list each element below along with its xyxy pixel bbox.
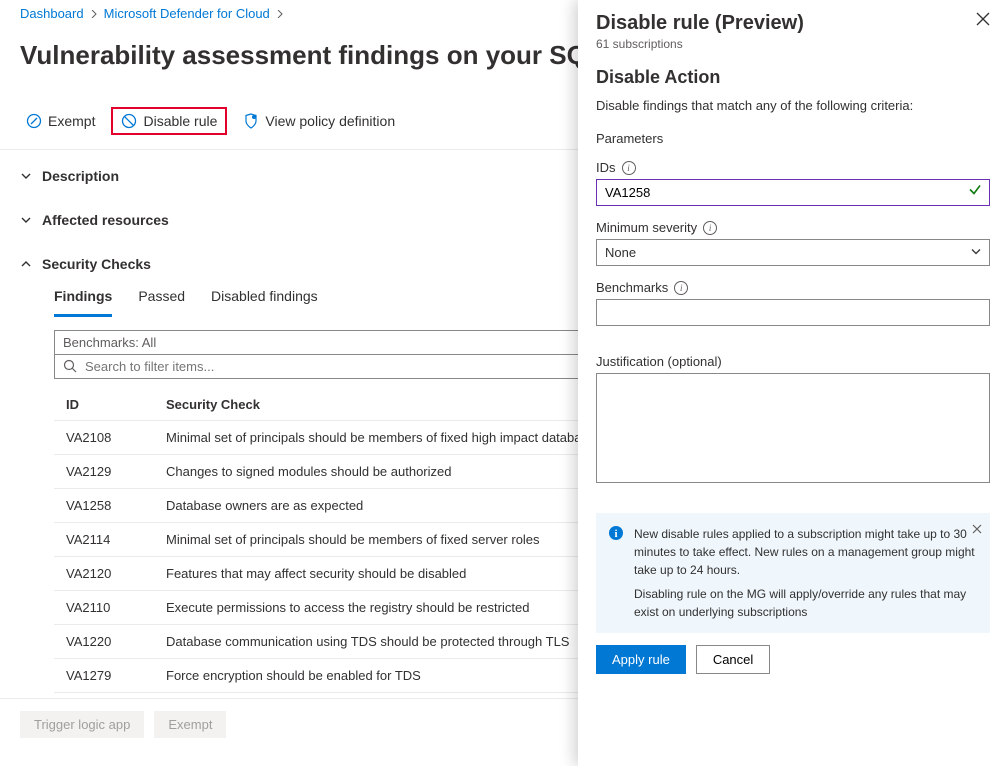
cancel-button[interactable]: Cancel [696,645,770,674]
chevron-down-icon [20,170,32,182]
chevron-right-icon [90,10,98,18]
apply-rule-button[interactable]: Apply rule [596,645,686,674]
justification-label: Justification (optional) [596,354,990,369]
section-security-checks-label: Security Checks [42,256,151,272]
severity-select[interactable]: None [596,239,990,266]
info-icon: i [622,161,636,175]
parameters-label: Parameters [596,131,990,146]
panel-title: Disable rule (Preview) [596,12,804,35]
tab-findings[interactable]: Findings [54,284,112,317]
policy-icon [243,113,259,129]
disable-rule-label: Disable rule [143,113,217,129]
exempt-footer-button[interactable]: Exempt [154,711,226,738]
chevron-right-icon [276,10,284,18]
close-panel-button[interactable] [976,12,990,29]
trigger-logic-app-button[interactable]: Trigger logic app [20,711,144,738]
view-policy-button[interactable]: View policy definition [237,109,401,133]
disable-icon [121,113,137,129]
close-icon [972,524,982,534]
disable-rule-button[interactable]: Disable rule [111,107,227,135]
tab-disabled-findings[interactable]: Disabled findings [211,284,318,317]
cell-id: VA2110 [66,600,166,615]
benchmarks-input[interactable] [596,299,990,326]
ids-input[interactable] [596,179,990,206]
severity-label: Minimum severity i [596,220,990,235]
info-banner: i New disable rules applied to a subscri… [596,513,990,633]
cell-id: VA2120 [66,566,166,581]
breadcrumb-link-dashboard[interactable]: Dashboard [20,6,84,21]
justification-textarea[interactable] [596,373,990,483]
view-policy-label: View policy definition [265,113,395,129]
section-affected-label: Affected resources [42,212,169,228]
ids-label: IDs i [596,160,990,175]
exempt-button[interactable]: Exempt [20,109,101,133]
disable-rule-panel: Disable rule (Preview) 61 subscriptions … [578,0,1008,766]
svg-text:i: i [614,528,617,540]
benchmarks-label: Benchmarks i [596,280,990,295]
dismiss-info-button[interactable] [972,521,982,539]
info-text-1: New disable rules applied to a subscript… [634,525,976,579]
column-header-id[interactable]: ID [66,397,166,412]
info-icon: i [703,221,717,235]
info-icon: i [608,525,624,621]
exempt-label: Exempt [48,113,95,129]
cell-id: VA1258 [66,498,166,513]
breadcrumb-link-defender[interactable]: Microsoft Defender for Cloud [104,6,270,21]
panel-subtitle: 61 subscriptions [596,37,804,51]
tab-passed[interactable]: Passed [138,284,185,317]
disable-action-desc: Disable findings that match any of the f… [596,98,990,113]
chevron-up-icon [20,258,32,270]
section-description-label: Description [42,168,119,184]
cell-id: VA1220 [66,634,166,649]
cell-id: VA1279 [66,668,166,683]
chevron-down-icon [20,214,32,226]
exempt-icon [26,113,42,129]
cell-id: VA2114 [66,532,166,547]
search-icon [63,359,77,373]
cell-id: VA2108 [66,430,166,445]
close-icon [976,12,990,26]
info-icon: i [674,281,688,295]
info-text-2: Disabling rule on the MG will apply/over… [634,585,976,621]
disable-action-title: Disable Action [596,67,990,88]
cell-id: VA2129 [66,464,166,479]
